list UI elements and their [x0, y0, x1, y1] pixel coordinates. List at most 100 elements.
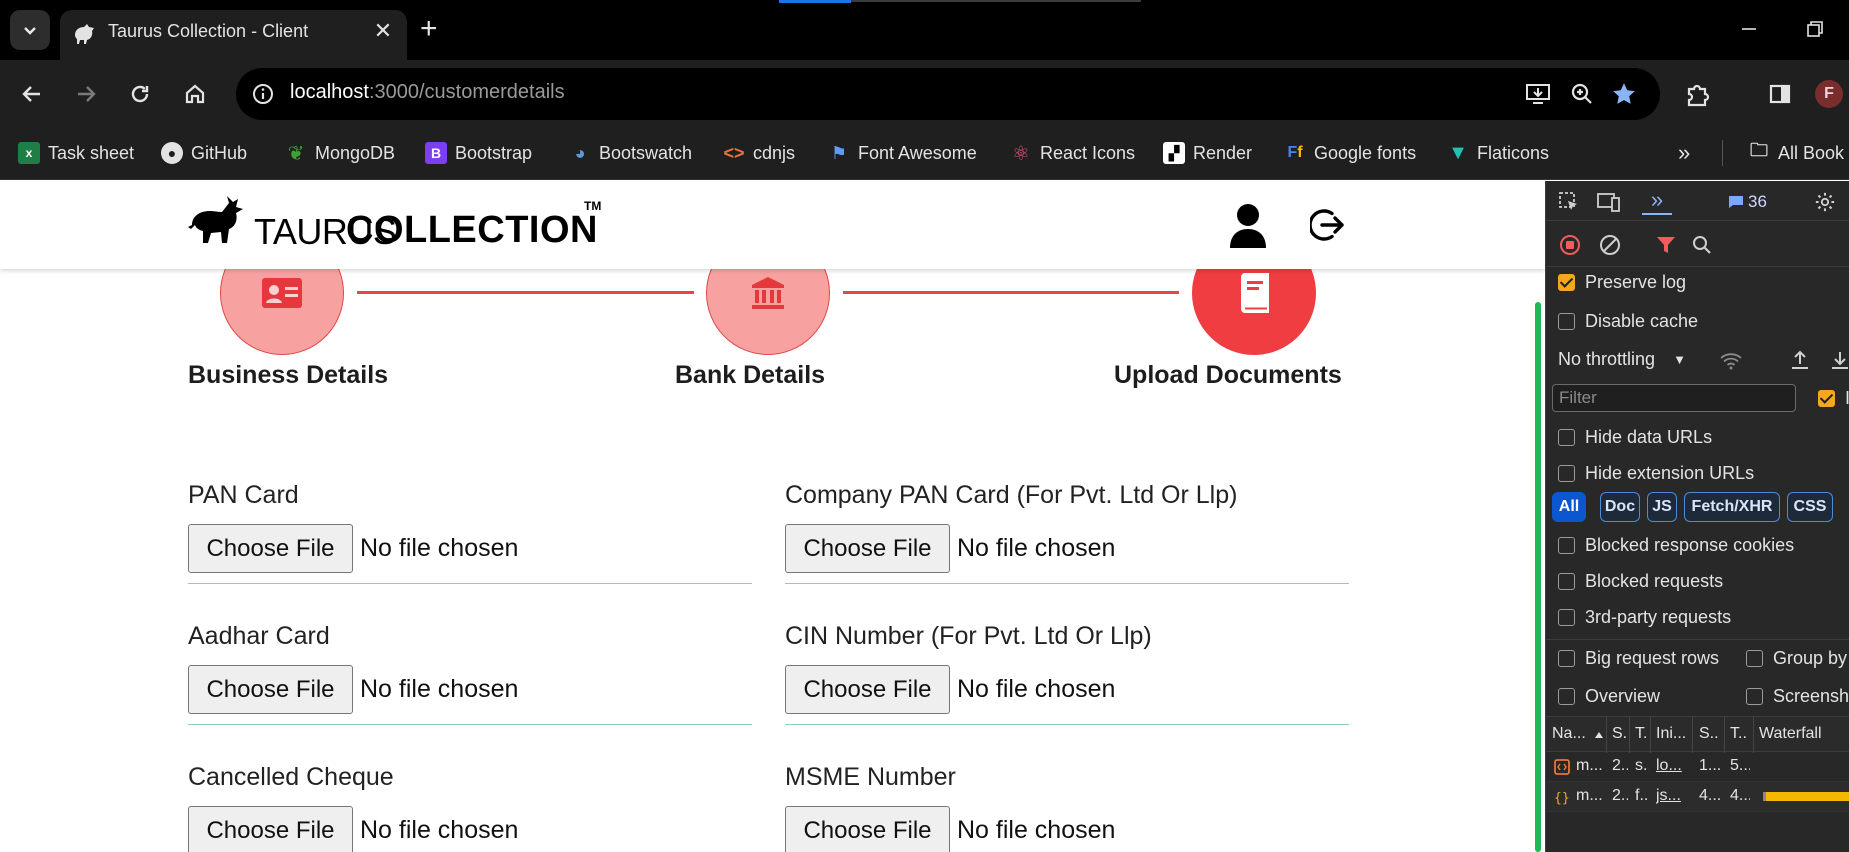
- all-bookmarks-folder[interactable]: 🗀 All Book: [1748, 138, 1844, 168]
- file-input-aadhar-card[interactable]: Choose File No file chosen: [188, 665, 752, 725]
- tab-close-icon[interactable]: ✕: [369, 17, 397, 45]
- blocked-cookies-checkbox[interactable]: Blocked response cookies: [1558, 535, 1794, 556]
- column-status[interactable]: S.: [1612, 725, 1628, 743]
- clear-icon[interactable]: [1598, 233, 1622, 257]
- file-input-cancelled-cheque[interactable]: Choose File No file chosen: [188, 806, 752, 852]
- file-input-company-pan-card[interactable]: Choose File No file chosen: [785, 524, 1349, 584]
- choose-file-button[interactable]: Choose File: [188, 524, 353, 573]
- choose-file-button[interactable]: Choose File: [188, 665, 353, 714]
- file-status: No file chosen: [360, 534, 519, 562]
- bookmark-flaticons[interactable]: ▼ Flaticons: [1447, 138, 1549, 168]
- scroll-indicator: [1535, 302, 1541, 852]
- bookmark-bootstrap[interactable]: B Bootstrap: [425, 138, 532, 168]
- network-conditions-icon[interactable]: [1718, 349, 1744, 373]
- column-initiator[interactable]: Ini...: [1656, 725, 1688, 743]
- column-waterfall[interactable]: Waterfall: [1759, 725, 1849, 743]
- preserve-log-checkbox[interactable]: Preserve log: [1558, 272, 1686, 293]
- reload-icon: [131, 85, 149, 103]
- column-size[interactable]: S..: [1699, 725, 1721, 743]
- chip-all[interactable]: All: [1552, 492, 1586, 522]
- zoom-icon[interactable]: [1568, 80, 1596, 108]
- chip-css[interactable]: CSS: [1787, 492, 1833, 522]
- bookmark-google-fonts[interactable]: Ff Google fonts: [1284, 138, 1416, 168]
- file-input-cin-number[interactable]: Choose File No file chosen: [785, 665, 1349, 725]
- device-toolbar-icon[interactable]: [1596, 189, 1622, 215]
- side-panel-button[interactable]: [1760, 74, 1800, 114]
- bookmark-task-sheet[interactable]: x Task sheet: [18, 138, 134, 168]
- invert-checkbox[interactable]: I: [1818, 388, 1849, 409]
- screenshots-checkbox[interactable]: Screensho: [1746, 686, 1849, 707]
- settings-gear-icon[interactable]: [1812, 189, 1838, 215]
- more-tabs-chevron-icon[interactable]: »: [1642, 187, 1672, 215]
- bookmark-render[interactable]: ▞ Render: [1163, 138, 1252, 168]
- svg-text:{}: {}: [1554, 791, 1570, 805]
- label-aadhar-card: Aadhar Card: [188, 622, 330, 650]
- user-icon[interactable]: [1228, 204, 1268, 248]
- taurus-logo[interactable]: TAURUS COLLECTION TM: [186, 195, 606, 257]
- bookmark-star-icon[interactable]: [1610, 80, 1638, 108]
- column-type[interactable]: T.: [1635, 725, 1649, 743]
- home-button[interactable]: [175, 74, 215, 114]
- disable-cache-checkbox[interactable]: Disable cache: [1558, 311, 1698, 332]
- third-party-checkbox[interactable]: 3rd-party requests: [1558, 607, 1731, 628]
- label-pan-card: PAN Card: [188, 481, 299, 509]
- big-request-rows-checkbox[interactable]: Big request rows: [1558, 648, 1719, 669]
- url-text[interactable]: localhost:3000/customerdetails: [290, 81, 565, 104]
- chip-doc[interactable]: Doc: [1600, 492, 1640, 522]
- new-tab-button[interactable]: +: [420, 14, 438, 44]
- choose-file-button[interactable]: Choose File: [785, 806, 950, 852]
- file-input-msme-number[interactable]: Choose File No file chosen: [785, 806, 1349, 852]
- filter-funnel-icon[interactable]: [1654, 233, 1678, 257]
- record-stop-icon[interactable]: [1558, 233, 1582, 257]
- bookmark-bootswatch[interactable]: ◕ Bootswatch: [569, 138, 693, 168]
- network-row[interactable]: {} m... 2.. f... js... 4... 4...: [1546, 782, 1849, 812]
- tab-search-button[interactable]: [10, 10, 50, 50]
- column-time[interactable]: T..: [1730, 725, 1750, 743]
- site-info-icon[interactable]: [248, 79, 278, 109]
- bookmark-cdnjs[interactable]: <> cdnjs: [723, 138, 795, 168]
- import-har-icon[interactable]: [1788, 347, 1812, 373]
- file-input-pan-card[interactable]: Choose File No file chosen: [188, 524, 752, 584]
- filter-input[interactable]: Filter: [1552, 384, 1796, 412]
- inspect-element-icon[interactable]: [1556, 189, 1582, 215]
- choose-file-button[interactable]: Choose File: [785, 665, 950, 714]
- address-bar[interactable]: localhost:3000/customerdetails: [236, 68, 1660, 120]
- issues-badge[interactable]: 36: [1728, 191, 1767, 213]
- hide-data-urls-checkbox[interactable]: Hide data URLs: [1558, 427, 1712, 448]
- arrow-left-icon: [22, 86, 40, 102]
- file-status: No file chosen: [360, 675, 519, 703]
- column-name[interactable]: Na...: [1552, 725, 1594, 743]
- bookmark-mongodb[interactable]: ❦ MongoDB: [285, 138, 395, 168]
- network-row[interactable]: m... 2.. s.. lo... 1... 5...: [1546, 752, 1849, 782]
- bookmarks-overflow-chevron-icon[interactable]: »: [1678, 140, 1690, 166]
- extensions-button[interactable]: [1678, 74, 1718, 114]
- reload-button[interactable]: [120, 74, 160, 114]
- chip-fetch-xhr[interactable]: Fetch/XHR: [1684, 492, 1780, 522]
- file-status: No file chosen: [957, 816, 1116, 844]
- puzzle-icon: [1687, 84, 1710, 107]
- bookmark-github[interactable]: ● GitHub: [161, 138, 247, 168]
- forward-button[interactable]: [66, 74, 106, 114]
- chip-js[interactable]: JS: [1647, 492, 1677, 522]
- browser-tab[interactable]: Taurus Collection - Client ✕: [60, 10, 407, 60]
- choose-file-button[interactable]: Choose File: [188, 806, 353, 852]
- step-connector: [843, 291, 1179, 294]
- install-app-icon[interactable]: [1524, 80, 1552, 108]
- hide-extension-urls-checkbox[interactable]: Hide extension URLs: [1558, 463, 1754, 484]
- bookmark-font-awesome[interactable]: ⚑ Font Awesome: [828, 138, 977, 168]
- profile-avatar[interactable]: F: [1815, 80, 1843, 108]
- id-card-icon: [262, 278, 302, 308]
- overview-checkbox[interactable]: Overview: [1558, 686, 1660, 707]
- throttling-select[interactable]: No throttling ▼: [1558, 349, 1686, 370]
- export-har-icon[interactable]: [1828, 347, 1849, 373]
- logout-icon[interactable]: [1310, 207, 1346, 243]
- restore-icon[interactable]: [1804, 18, 1826, 40]
- choose-file-button[interactable]: Choose File: [785, 524, 950, 573]
- minimize-icon[interactable]: [1738, 18, 1760, 40]
- bookmark-react-icons[interactable]: ⚛ React Icons: [1010, 138, 1135, 168]
- search-icon[interactable]: [1690, 233, 1714, 257]
- bookmarks-bar: x Task sheet ● GitHub ❦ MongoDB B Bootstrap …: [0, 128, 1849, 180]
- blocked-requests-checkbox[interactable]: Blocked requests: [1558, 571, 1723, 592]
- back-button[interactable]: [12, 74, 52, 114]
- group-by-checkbox[interactable]: Group by: [1746, 648, 1847, 669]
